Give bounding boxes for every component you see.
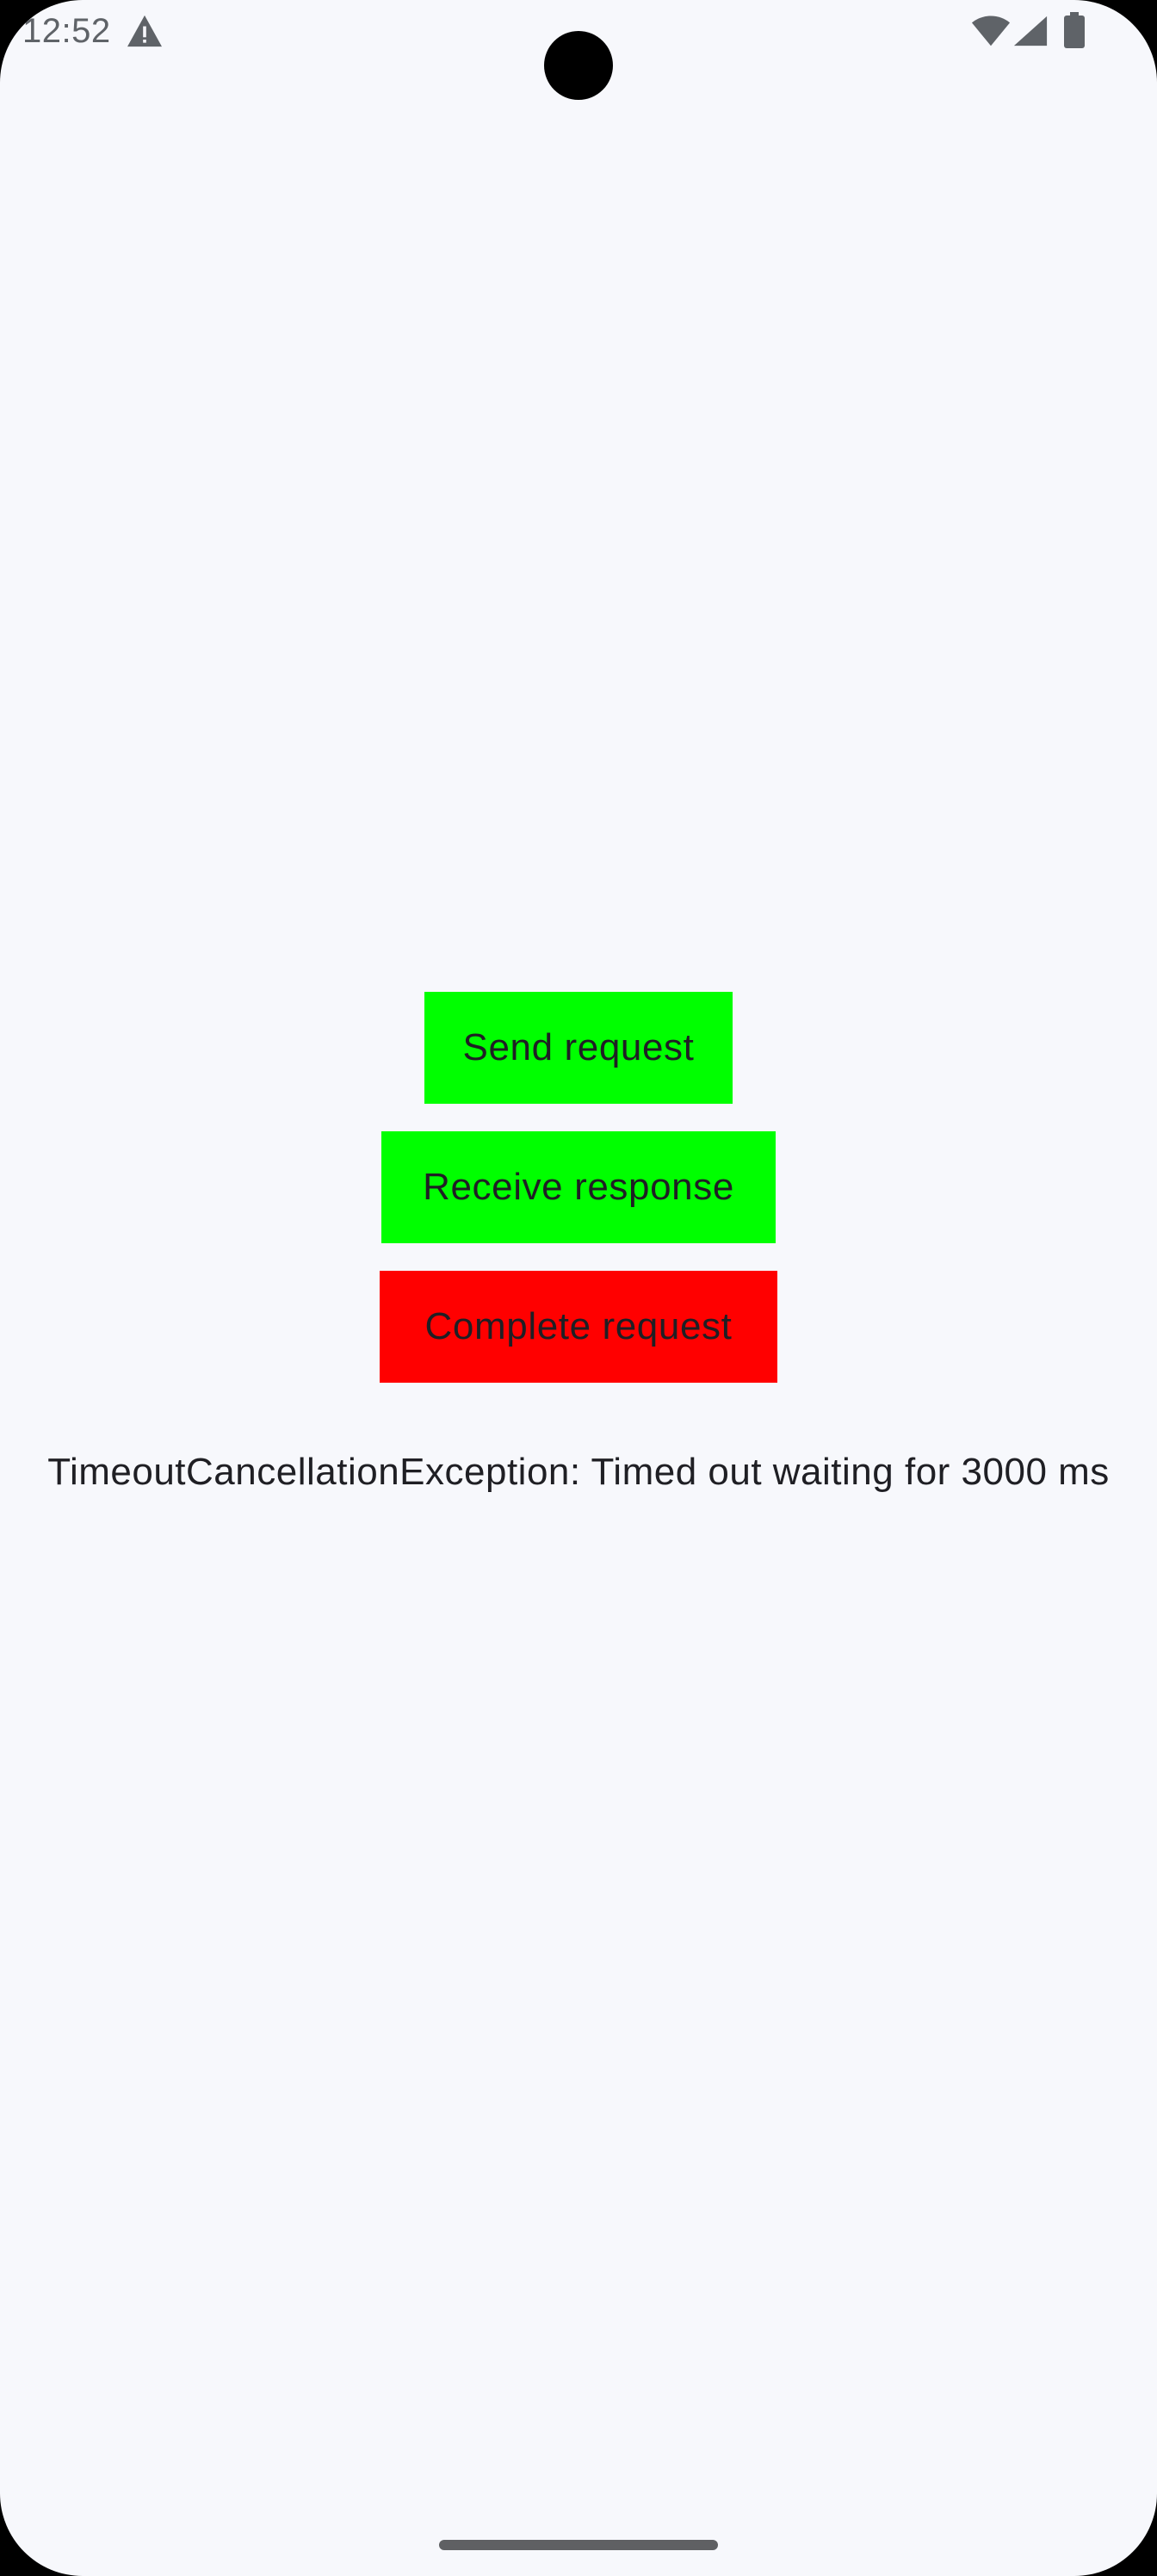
- battery-icon: [1064, 12, 1085, 48]
- status-bar: 12:52: [0, 0, 1157, 100]
- app-screen: 12:52 Send request Receive response Comp…: [0, 0, 1157, 2576]
- wifi-icon: [971, 15, 1011, 46]
- signal-icon: [1013, 15, 1048, 46]
- warning-icon: [127, 15, 162, 47]
- status-bar-clock: 12:52: [22, 12, 111, 50]
- send-request-button[interactable]: Send request: [424, 992, 733, 1104]
- main-content: Send request Receive response Complete r…: [0, 992, 1157, 1503]
- receive-response-button[interactable]: Receive response: [381, 1131, 776, 1243]
- complete-request-button[interactable]: Complete request: [380, 1271, 777, 1383]
- home-indicator[interactable]: [439, 2540, 718, 2550]
- status-message: TimeoutCancellationException: Timed out …: [47, 1451, 1110, 1493]
- camera-cutout: [544, 31, 613, 100]
